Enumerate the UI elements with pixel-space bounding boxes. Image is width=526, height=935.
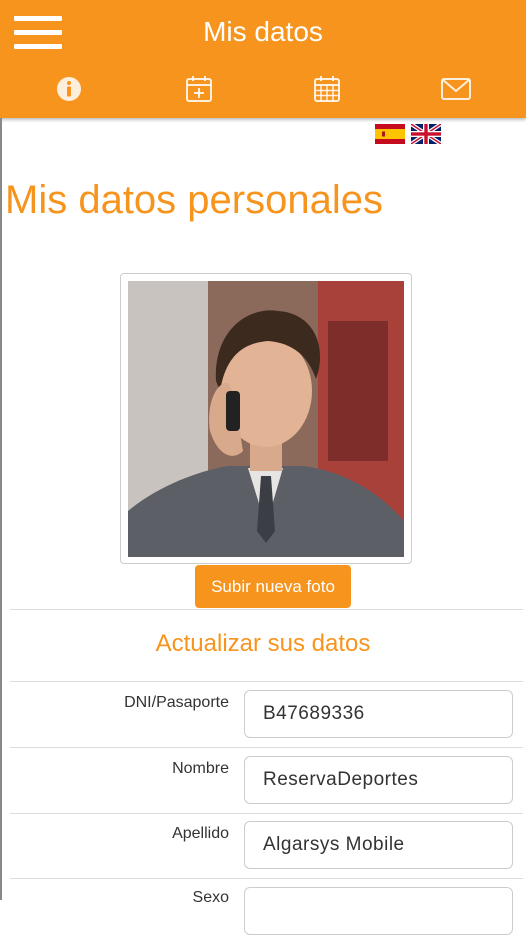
section-title: Actualizar sus datos (155, 630, 371, 657)
apellido-label: Apellido (172, 825, 229, 842)
uk-flag-icon[interactable] (411, 124, 441, 144)
profile-photo (120, 273, 412, 564)
divider (10, 747, 523, 748)
header-title: Mis datos (203, 16, 323, 47)
page-left-border (0, 118, 2, 900)
sexo-input[interactable] (244, 887, 513, 935)
app-header: Mis datos (0, 0, 526, 118)
nombre-label: Nombre (172, 760, 229, 777)
sexo-label: Sexo (192, 889, 229, 906)
mail-icon (441, 78, 471, 100)
calendar-icon (314, 76, 340, 102)
tab-info[interactable] (49, 70, 89, 108)
divider (10, 681, 523, 682)
spain-flag-icon[interactable] (375, 124, 405, 144)
dni-label: DNI/Pasaporte (124, 694, 229, 711)
divider (10, 813, 523, 814)
profile-photo-image (128, 281, 404, 557)
divider (10, 609, 523, 610)
language-selector (375, 124, 441, 144)
nombre-input[interactable] (244, 756, 513, 804)
upload-photo-button[interactable]: Subir nueva foto (195, 565, 351, 608)
info-icon (57, 77, 81, 101)
calendar-add-icon (186, 76, 212, 102)
page-title: Mis datos personales (5, 178, 383, 222)
tab-calendar[interactable] (307, 70, 347, 108)
tab-messages[interactable] (436, 70, 476, 108)
dni-input[interactable] (244, 690, 513, 738)
tab-new-booking[interactable] (179, 70, 219, 108)
divider (10, 878, 523, 879)
apellido-input[interactable] (244, 821, 513, 869)
